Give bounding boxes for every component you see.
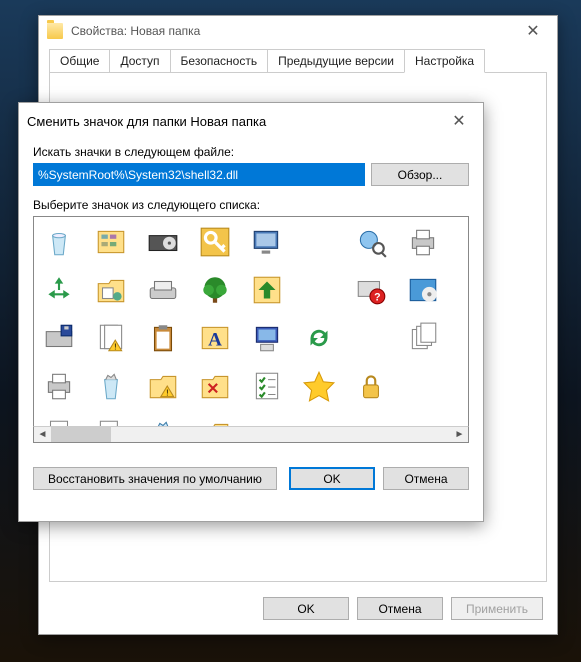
printer-icon[interactable]: [404, 223, 442, 261]
network-search-icon[interactable]: [352, 223, 390, 261]
properties-titlebar: Свойства: Новая папка ✕: [39, 16, 557, 46]
font-a-icon[interactable]: A: [196, 319, 234, 357]
tree-icon[interactable]: [196, 271, 234, 309]
svg-text:!: !: [166, 388, 168, 398]
change-icon-dialog: Сменить значок для папки Новая папка ✕ И…: [18, 102, 484, 522]
svg-text:!: !: [114, 342, 116, 352]
lock-icon[interactable]: [352, 367, 390, 405]
documents-stack-icon[interactable]: [404, 319, 442, 357]
printer2-icon[interactable]: [40, 367, 78, 405]
document-warning-icon[interactable]: !: [92, 319, 130, 357]
properties-title: Свойства: Новая папка: [71, 24, 513, 38]
folder-icon: [47, 23, 63, 39]
recycle-bin-empty-icon[interactable]: [40, 223, 78, 261]
refresh-arrows-icon[interactable]: [300, 319, 338, 357]
dialog-cancel-button[interactable]: Отмена: [383, 467, 469, 490]
search-document-icon[interactable]: [40, 415, 78, 426]
control-panel-icon[interactable]: [92, 223, 130, 261]
floppy-drive-icon[interactable]: [40, 319, 78, 357]
cancel-button[interactable]: Отмена: [357, 597, 443, 620]
key-icon[interactable]: [196, 223, 234, 261]
properties-buttons: OK Отмена Применить: [263, 597, 543, 620]
horizontal-scrollbar[interactable]: ◄ ►: [33, 426, 469, 443]
tab-access[interactable]: Доступ: [109, 49, 170, 73]
programs-disc-icon[interactable]: [404, 271, 442, 309]
arrow-up-icon[interactable]: [248, 271, 286, 309]
tab-security[interactable]: Безопасность: [170, 49, 269, 73]
svg-text:?: ?: [374, 292, 380, 304]
svg-text:A: A: [208, 329, 222, 350]
recycle-full-blue-icon[interactable]: [144, 415, 182, 426]
scanner-icon[interactable]: [144, 271, 182, 309]
help-settings-icon[interactable]: ?: [352, 271, 390, 309]
apply-button[interactable]: Применить: [451, 597, 543, 620]
browse-button[interactable]: Обзор...: [371, 163, 469, 186]
setup-folder-icon[interactable]: [92, 271, 130, 309]
tabs-row: Общие Доступ Безопасность Предыдущие вер…: [39, 49, 557, 73]
path-row: Обзор...: [33, 163, 469, 186]
icon-list[interactable]: ?! A!: [33, 216, 469, 426]
tab-previous-versions[interactable]: Предыдущие версии: [267, 49, 405, 73]
cd-drive-icon[interactable]: [144, 223, 182, 261]
star-favorite-icon[interactable]: [300, 367, 338, 405]
computer-desktop-icon[interactable]: [248, 319, 286, 357]
blank-icon: [352, 319, 390, 357]
display-settings-icon[interactable]: [248, 223, 286, 261]
blank-icon: [404, 367, 442, 405]
dialog-buttons: Восстановить значения по умолчанию OK От…: [33, 467, 469, 490]
blank-icon: [300, 271, 338, 309]
ok-button[interactable]: OK: [263, 597, 349, 620]
scroll-track[interactable]: [51, 427, 451, 442]
blank-icon: [300, 223, 338, 261]
recycle-bin-full-icon[interactable]: [92, 367, 130, 405]
tools-folder-icon[interactable]: [196, 367, 234, 405]
restore-defaults-button[interactable]: Восстановить значения по умолчанию: [33, 467, 277, 490]
dialog-close-button[interactable]: ✕: [439, 108, 479, 134]
recycle-arrows-icon[interactable]: [40, 271, 78, 309]
close-button[interactable]: ✕: [513, 18, 553, 44]
checklist-icon[interactable]: [248, 367, 286, 405]
tab-customize[interactable]: Настройка: [404, 49, 485, 73]
folder-warning-icon[interactable]: !: [144, 367, 182, 405]
dialog-titlebar: Сменить значок для папки Новая папка ✕: [19, 103, 483, 139]
dialog-ok-button[interactable]: OK: [289, 467, 375, 490]
install-icon[interactable]: [92, 415, 130, 426]
tab-general[interactable]: Общие: [49, 49, 110, 73]
list-label: Выберите значок из следующего списка:: [33, 198, 469, 212]
scroll-thumb[interactable]: [51, 427, 111, 442]
path-input[interactable]: [33, 163, 365, 186]
path-label: Искать значки в следующем файле:: [33, 145, 469, 159]
clipboard-icon[interactable]: [144, 319, 182, 357]
scroll-left-arrow[interactable]: ◄: [34, 427, 51, 442]
dialog-body: Искать значки в следующем файле: Обзор..…: [19, 139, 483, 500]
paint-folder-icon[interactable]: [196, 415, 234, 426]
dialog-title: Сменить значок для папки Новая папка: [27, 114, 439, 129]
scroll-right-arrow[interactable]: ►: [451, 427, 468, 442]
